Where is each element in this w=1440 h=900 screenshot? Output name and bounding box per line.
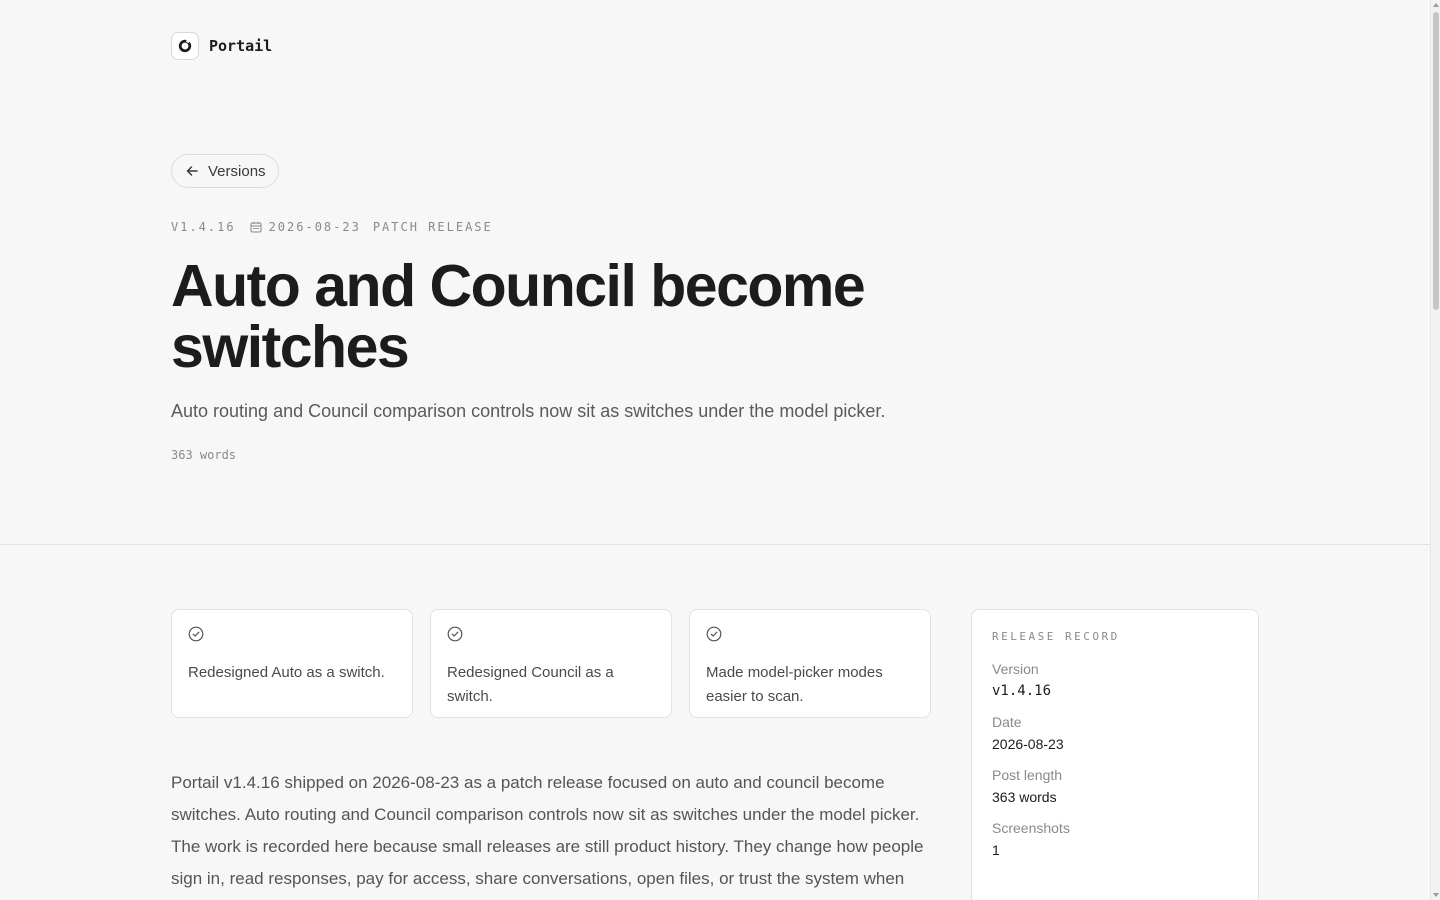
record-value: 1 xyxy=(992,842,1000,858)
word-count: 363 words xyxy=(171,448,237,462)
release-type: PATCH RELEASE xyxy=(372,220,493,234)
record-row-post-length: Post length 363 words xyxy=(992,767,1238,805)
release-record-heading: RELEASE RECORD xyxy=(992,630,1120,643)
page-title: Auto and Council become switches xyxy=(171,253,866,380)
page-subtitle: Auto routing and Council comparison cont… xyxy=(171,401,886,421)
check-circle-icon xyxy=(188,626,396,647)
check-circle-icon xyxy=(706,626,914,647)
release-meta: V1.4.16 2026-08-23 PATCH RELEASE xyxy=(171,220,493,234)
record-label: Screenshots xyxy=(992,820,1070,836)
brand[interactable]: Portail xyxy=(171,32,272,60)
portail-logo-icon xyxy=(171,32,199,60)
highlight-text: Redesigned Council as a switch. xyxy=(447,664,614,705)
section-divider xyxy=(0,544,1430,545)
record-label: Post length xyxy=(992,767,1063,783)
calendar-icon xyxy=(250,221,262,233)
record-row-version: Version v1.4.16 xyxy=(992,661,1238,699)
highlight-card: Made model-picker modes easier to scan. xyxy=(689,609,931,718)
highlights: Redesigned Auto as a switch. Redesigned … xyxy=(171,609,931,718)
release-record-panel: RELEASE RECORD Version v1.4.16 Date 2026… xyxy=(971,609,1259,900)
record-label: Date xyxy=(992,714,1022,730)
highlight-text: Made model-picker modes easier to scan. xyxy=(706,664,883,705)
record-value: v1.4.16 xyxy=(992,683,1052,699)
record-value: 2026-08-23 xyxy=(992,736,1064,752)
record-value: 363 words xyxy=(992,789,1057,805)
version-tag: V1.4.16 xyxy=(171,220,236,234)
highlight-card: Redesigned Council as a switch. xyxy=(430,609,672,718)
scroll-up-arrow-icon[interactable] xyxy=(1433,3,1439,7)
release-date: 2026-08-23 xyxy=(268,220,361,234)
release-page: Portail Versions V1.4.16 2026-08-23 PATC… xyxy=(0,0,1440,900)
record-label: Version xyxy=(992,661,1039,677)
highlight-card: Redesigned Auto as a switch. xyxy=(171,609,413,718)
highlight-text: Redesigned Auto as a switch. xyxy=(188,664,385,681)
page-scrollbar[interactable] xyxy=(1430,0,1440,900)
brand-name: Portail xyxy=(209,37,273,55)
body-paragraph: Portail v1.4.16 shipped on 2026-08-23 as… xyxy=(171,773,924,888)
back-link-label: Versions xyxy=(208,162,266,180)
scroll-down-arrow-icon[interactable] xyxy=(1433,893,1439,897)
scrollbar-thumb[interactable] xyxy=(1433,12,1439,310)
check-circle-icon xyxy=(447,626,655,647)
record-row-date: Date 2026-08-23 xyxy=(992,714,1238,752)
record-row-screenshots: Screenshots 1 xyxy=(992,820,1238,858)
back-to-versions-button[interactable]: Versions xyxy=(171,154,279,188)
arrow-left-icon xyxy=(185,164,199,178)
